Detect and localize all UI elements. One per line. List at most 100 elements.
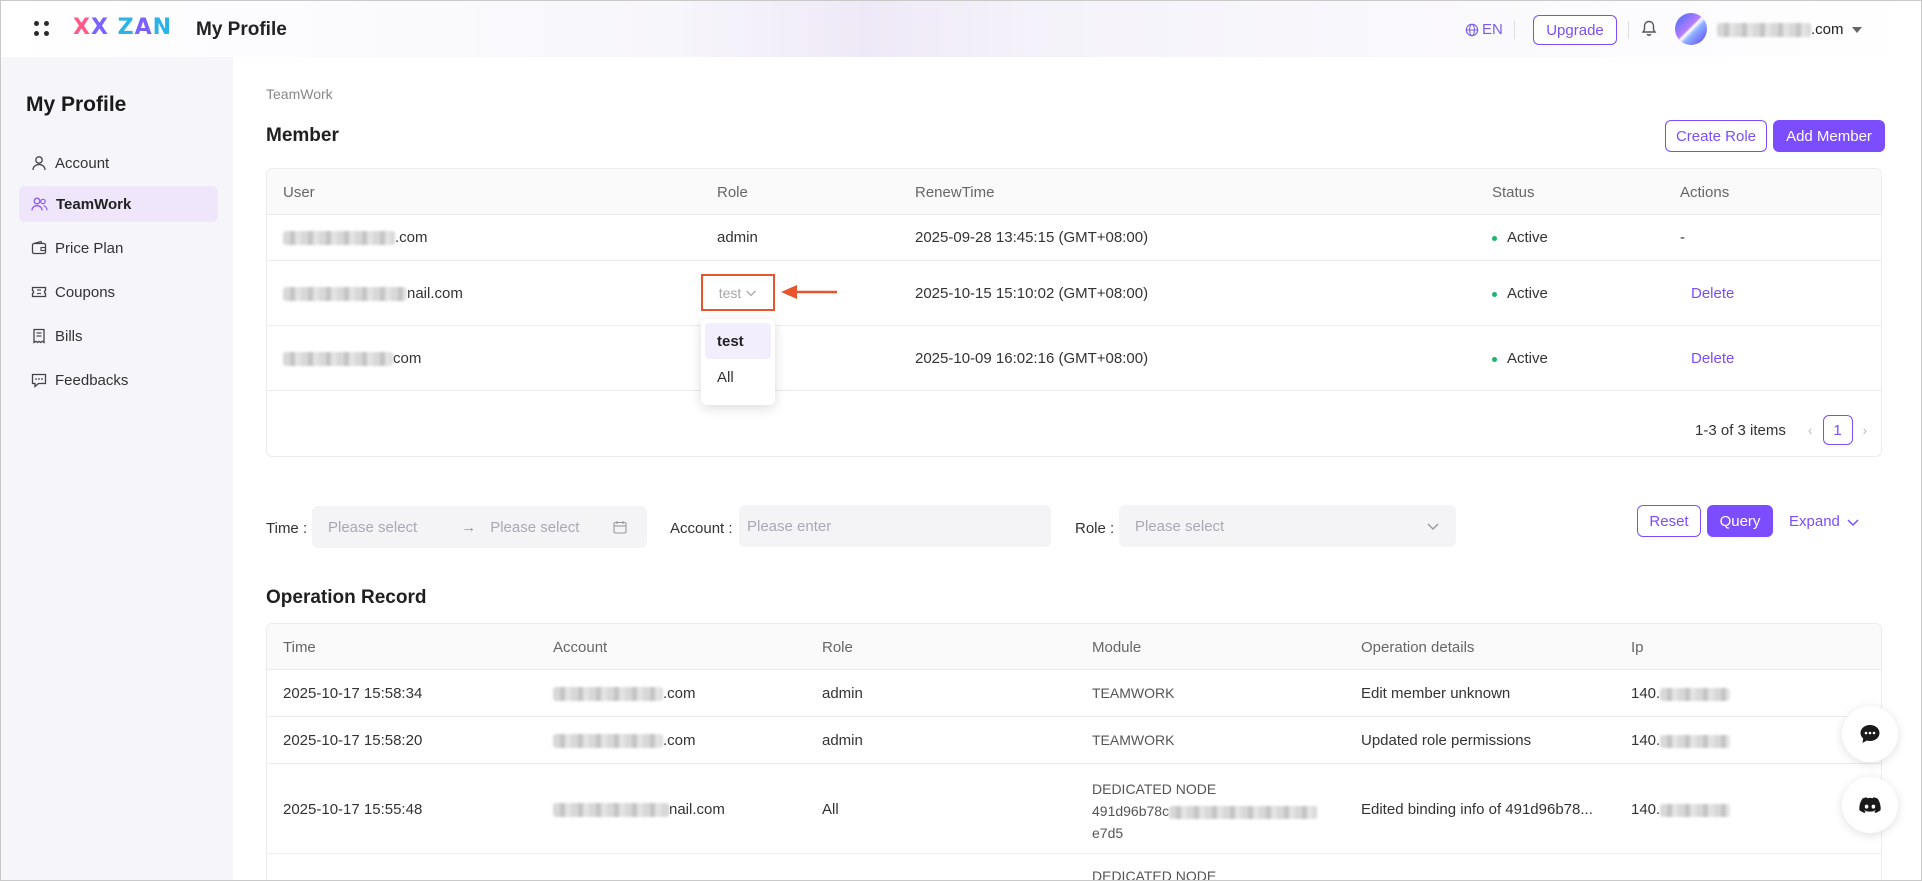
role-filter-placeholder: Please select (1135, 517, 1225, 535)
bill-icon (33, 328, 45, 344)
record-time: 2025-10-17 15:55:48 (283, 801, 423, 818)
record-module: DEDICATED NODE (1092, 868, 1217, 881)
account-filter-label: Account : (670, 520, 733, 537)
expand-filters-toggle[interactable]: Expand (1789, 513, 1860, 530)
member-user: nail.com (283, 285, 463, 302)
sidebar-item-label: Coupons (55, 283, 116, 301)
calendar-icon (613, 521, 627, 534)
annotation-arrow-icon (781, 285, 837, 299)
role-filter-select[interactable]: Please select (1119, 505, 1456, 547)
record-details: Edited binding info of 491d96b78... (1361, 801, 1593, 818)
time-end-placeholder: Please select (490, 518, 580, 536)
table-row: DEDICATED NODE (267, 854, 1881, 881)
pagination-summary: 1-3 of 3 items (1695, 421, 1786, 439)
role-option-all[interactable]: All (705, 359, 771, 395)
upgrade-button[interactable]: Upgrade (1533, 15, 1617, 45)
query-button[interactable]: Query (1707, 505, 1773, 537)
delete-member-link[interactable]: Delete (1691, 350, 1734, 367)
record-details: Updated role permissions (1361, 732, 1532, 749)
member-renew-time: 2025-09-28 13:45:15 (GMT+08:00) (915, 229, 1149, 246)
member-role-select[interactable]: test (701, 274, 775, 311)
sidebar-item-bills[interactable]: Bills (19, 318, 218, 354)
sidebar-item-label: Price Plan (55, 239, 124, 257)
table-row: com 2025-10-09 16:02:16 (GMT+08:00) Acti… (267, 326, 1881, 391)
avatar[interactable] (1675, 13, 1707, 45)
sidebar-item-feedbacks[interactable]: Feedbacks (19, 362, 218, 398)
record-account: .com (553, 685, 696, 702)
account-filter-input[interactable]: Please enter (739, 505, 1051, 547)
chevron-right-icon[interactable]: › (1863, 422, 1868, 438)
time-filter-label: Time : (266, 520, 308, 537)
app-window: XX ZAN My Profile EN Upgrade .com My Pro… (0, 0, 1922, 881)
record-details: Edit member unknown (1361, 685, 1511, 702)
sidebar-item-teamwork[interactable]: TeamWork (19, 186, 218, 222)
member-action: - (1680, 229, 1685, 246)
brand-logo[interactable]: XX ZAN (73, 15, 172, 40)
table-row: 2025-10-17 15:55:48 nail.com All DEDICAT… (267, 764, 1881, 854)
record-module: TEAMWORK (1092, 732, 1175, 748)
chevron-down-icon (1427, 523, 1439, 530)
record-time: 2025-10-17 15:58:20 (283, 732, 423, 749)
discord-button[interactable] (1842, 777, 1898, 833)
sidebar-item-price-plan[interactable]: Price Plan (19, 230, 218, 266)
column-header-status: Status (1492, 184, 1535, 201)
sidebar-item-label: TeamWork (56, 195, 132, 213)
sidebar-item-account[interactable]: Account (19, 145, 218, 181)
sidebar: My Profile Account TeamWork Price Plan C… (1, 57, 233, 880)
breadcrumb[interactable]: TeamWork (266, 86, 333, 102)
time-start-placeholder: Please select (328, 518, 418, 536)
role-option-test[interactable]: test (705, 323, 771, 359)
expand-label: Expand (1789, 513, 1840, 530)
column-header-operation-details: Operation details (1361, 639, 1475, 656)
operation-record-table: Time Account Role Module Operation detai… (266, 623, 1882, 881)
page-1-button[interactable]: 1 (1822, 415, 1853, 445)
add-member-button[interactable]: Add Member (1773, 120, 1885, 152)
role-dropdown-menu: test All (701, 319, 775, 405)
language-switcher[interactable]: EN (1465, 21, 1503, 38)
member-table: User Role RenewTime Status Actions .com … (266, 168, 1882, 457)
create-role-button[interactable]: Create Role (1665, 120, 1767, 152)
chat-support-button[interactable] (1842, 706, 1898, 762)
column-header-ip: Ip (1631, 639, 1644, 656)
table-header: User Role RenewTime Status Actions (267, 169, 1881, 215)
status-badge: Active (1492, 285, 1548, 302)
table-row: .com admin 2025-09-28 13:45:15 (GMT+08:0… (267, 215, 1881, 261)
column-header-role: Role (822, 639, 853, 656)
chevron-down-icon (746, 290, 757, 296)
reset-button[interactable]: Reset (1637, 505, 1701, 537)
caret-down-icon (1851, 26, 1862, 33)
pagination: 1-3 of 3 items ‹ 1 › (1695, 415, 1867, 445)
column-header-user: User (283, 184, 315, 201)
sidebar-item-label: Bills (55, 327, 83, 345)
apps-grid-icon[interactable] (34, 21, 50, 37)
record-role: admin (822, 732, 863, 749)
time-range-picker[interactable]: Please select → Please select (312, 506, 647, 548)
delete-member-link[interactable]: Delete (1691, 285, 1734, 302)
record-role: All (822, 801, 839, 818)
member-renew-time: 2025-10-15 15:10:02 (GMT+08:00) (915, 285, 1149, 302)
role-select-value: test (718, 284, 742, 301)
chevron-left-icon[interactable]: ‹ (1808, 422, 1813, 438)
member-role: admin (717, 229, 758, 246)
sidebar-item-label: Account (55, 154, 110, 172)
language-label: EN (1482, 21, 1503, 38)
member-user: .com (283, 229, 428, 246)
wallet-icon (31, 240, 47, 255)
discord-icon (1859, 796, 1881, 813)
role-filter-label: Role : (1075, 520, 1115, 537)
column-header-time: Time (283, 639, 316, 656)
bell-icon[interactable] (1641, 20, 1657, 37)
column-header-actions: Actions (1680, 184, 1730, 201)
top-bar: XX ZAN My Profile EN Upgrade .com (1, 1, 1921, 57)
column-header-module: Module (1092, 639, 1142, 656)
status-dot-icon (1492, 235, 1497, 241)
team-icon (31, 197, 48, 211)
table-row: nail.com 2025-10-15 15:10:02 (GMT+08:00)… (267, 261, 1881, 326)
sidebar-item-coupons[interactable]: Coupons (19, 274, 218, 310)
record-account: nail.com (553, 801, 725, 818)
user-email-suffix: .com (1811, 21, 1844, 38)
status-badge: Active (1492, 350, 1548, 367)
user-account-menu[interactable]: .com (1717, 21, 1862, 38)
page-header-title: My Profile (196, 19, 287, 40)
status-dot-icon (1492, 291, 1497, 297)
